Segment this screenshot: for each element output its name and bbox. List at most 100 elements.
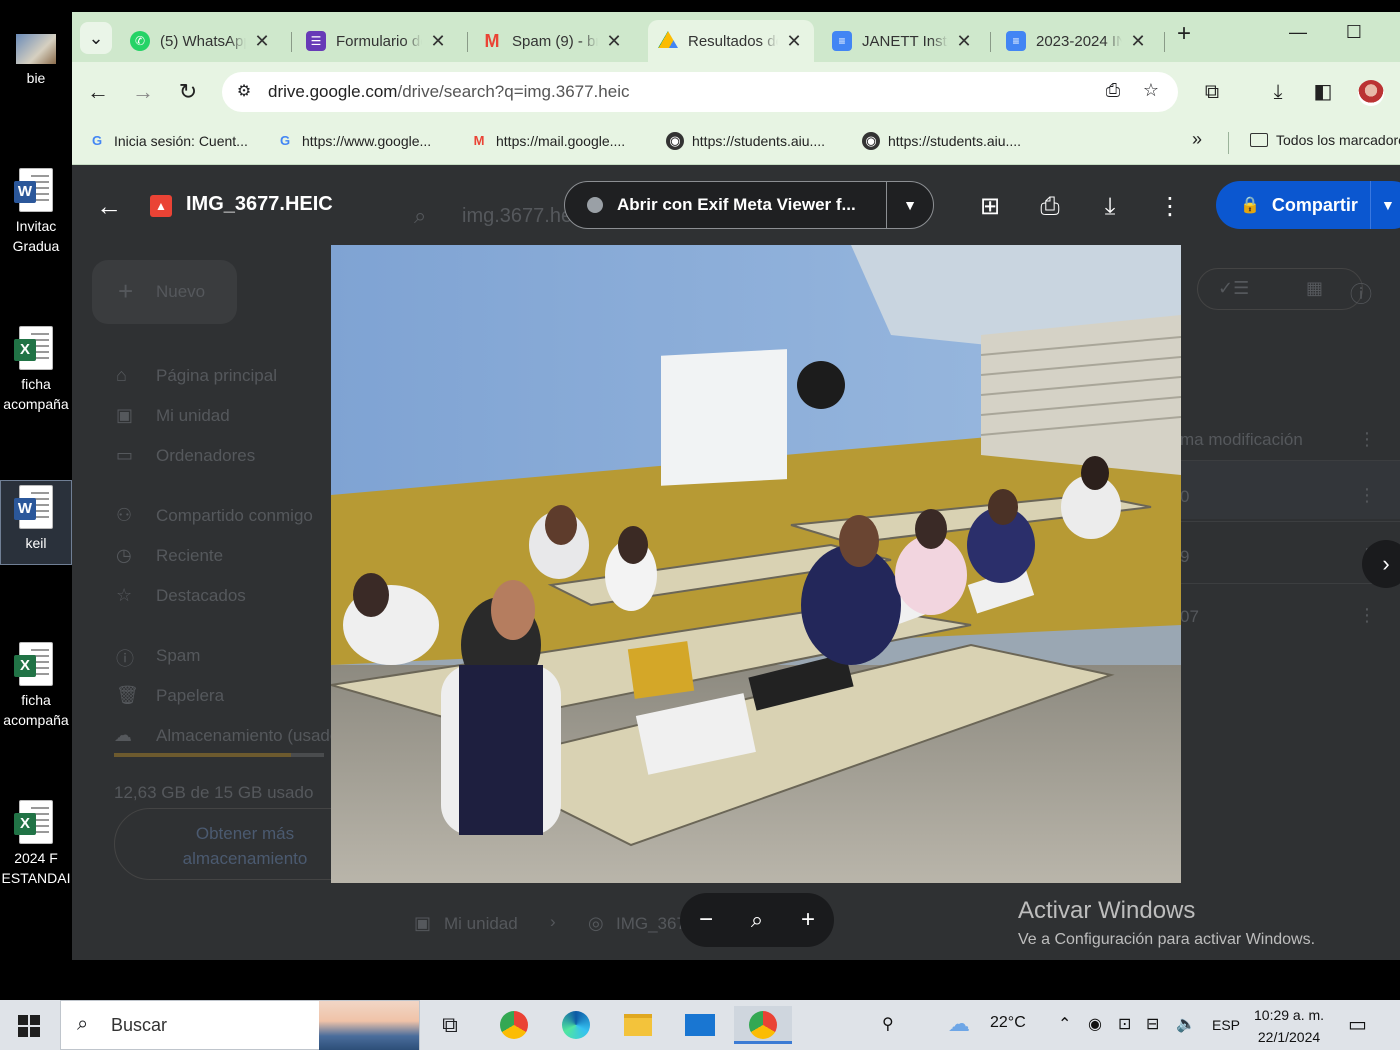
site-info-icon[interactable]: ⚙: [232, 80, 256, 104]
desktop-icon-excel-3[interactable]: X 2024 F ESTANDAI: [0, 800, 72, 900]
zoom-reset-icon[interactable]: ⌕: [751, 907, 763, 933]
spam-icon: ⓘ: [116, 649, 134, 669]
forward-button[interactable]: →: [127, 76, 159, 108]
desktop-icon-photo[interactable]: bie: [0, 34, 72, 94]
reload-button[interactable]: ↻: [172, 76, 204, 108]
avatar[interactable]: [1358, 80, 1384, 106]
tab-formulario[interactable]: ☰ Formulario de ✕: [296, 20, 458, 62]
bookmark-item[interactable]: ◉ https://students.aiu....: [862, 132, 1021, 150]
desktop-icon-excel-1[interactable]: X ficha acompaña: [0, 326, 72, 426]
more-vert-icon: ⋮: [1358, 485, 1376, 505]
tab-title: Resultados de: [688, 32, 778, 50]
network-icon[interactable]: ⊟: [1146, 1014, 1159, 1034]
show-hidden-icons[interactable]: ⌃: [1058, 1014, 1071, 1034]
zoom-out-button[interactable]: −: [699, 906, 713, 934]
close-icon[interactable]: ✕: [252, 31, 272, 52]
folder-icon: [1250, 133, 1268, 147]
tab-janett[interactable]: ≡ JANETT Instru ✕: [822, 20, 984, 62]
bookmarks-overflow-button[interactable]: »: [1192, 129, 1202, 150]
language-indicator[interactable]: ESP: [1212, 1017, 1240, 1033]
add-comment-button[interactable]: ⊞: [972, 189, 1008, 225]
maximize-button[interactable]: ☐: [1334, 22, 1374, 43]
bookmark-item[interactable]: ◉ https://students.aiu....: [666, 132, 825, 150]
address-bar[interactable]: ⚙ drive.google.com/drive/search?q=img.36…: [222, 72, 1178, 112]
desktop-icon-excel-2[interactable]: X ficha acompaña: [0, 642, 72, 742]
star-icon[interactable]: ☆: [1138, 80, 1164, 101]
volume-icon[interactable]: 🔈: [1176, 1014, 1196, 1034]
tab-whatsapp[interactable]: ✆ (5) WhatsApp ✕: [120, 20, 282, 62]
more-actions-button[interactable]: ⋮: [1152, 189, 1188, 225]
tab-spam[interactable]: M Spam (9) - bri ✕: [472, 20, 634, 62]
desktop-icon-label: ficha acompaña: [3, 376, 69, 412]
forms-icon: ☰: [306, 31, 326, 51]
close-icon[interactable]: ✕: [428, 31, 448, 52]
drive-folder-icon: ▣: [116, 405, 134, 425]
back-button[interactable]: ←: [82, 76, 114, 108]
minimize-button[interactable]: —: [1278, 22, 1318, 43]
close-icon[interactable]: ✕: [784, 31, 804, 52]
task-view-button[interactable]: ⧉: [430, 1006, 470, 1044]
info-icon: ⓘ: [1350, 282, 1373, 307]
tab-search-button[interactable]: ⌄: [80, 22, 112, 54]
open-with-dropdown[interactable]: ▼: [887, 197, 933, 213]
tab-2023-2024[interactable]: ≡ 2023-2024 INI ✕: [996, 20, 1158, 62]
weather-icon[interactable]: ☁: [948, 1011, 970, 1037]
zoom-in-button[interactable]: +: [801, 906, 815, 934]
zoom-controls: − ⌕ +: [680, 893, 834, 947]
tab-strip: ⌄ ✆ (5) WhatsApp ✕ ☰ Formulario de ✕ M S…: [72, 12, 1400, 62]
install-app-icon[interactable]: ⎙: [1100, 80, 1126, 101]
desktop-icon-word-1[interactable]: W Invitac Gradua: [0, 168, 72, 268]
close-icon[interactable]: ✕: [1128, 31, 1148, 52]
open-with-button[interactable]: Abrir con Exif Meta Viewer f... ▼: [564, 181, 934, 229]
taskbar-edge[interactable]: [556, 1006, 596, 1044]
preview-image: [331, 245, 1181, 883]
new-tab-button[interactable]: +: [1164, 20, 1204, 48]
bookmark-item[interactable]: G Inicia sesión: Cuent...: [88, 132, 248, 150]
people-icon[interactable]: ⚲: [882, 1014, 894, 1034]
notifications-icon[interactable]: ▭: [1348, 1012, 1367, 1037]
side-panel-icon[interactable]: ◧: [1307, 76, 1339, 108]
docs-icon: ≡: [1006, 31, 1026, 51]
reload-icon: ↻: [178, 79, 198, 104]
print-icon: ⎙: [1040, 193, 1060, 220]
column-header: ma modificación: [1180, 430, 1303, 449]
print-button[interactable]: ⎙: [1032, 189, 1068, 225]
close-icon[interactable]: ✕: [954, 31, 974, 52]
globe-icon: ◉: [862, 132, 880, 150]
taskbar-chrome[interactable]: [494, 1006, 534, 1044]
taskbar-mail[interactable]: [680, 1006, 720, 1044]
start-button[interactable]: [18, 1015, 40, 1037]
share-button[interactable]: 🔒 Compartir ▼: [1216, 181, 1400, 229]
viewer-back-button[interactable]: ←: [96, 191, 122, 222]
extensions-icon[interactable]: ⧉: [1196, 76, 1228, 108]
tab-title: Spam (9) - bri: [512, 32, 598, 50]
bookmark-item[interactable]: Mhttps://mail.google....: [470, 132, 626, 150]
more-vert-icon: ⋮: [1158, 193, 1182, 220]
search-highlight-image: [319, 1001, 419, 1050]
taskbar-search[interactable]: ⌕ Buscar: [60, 1000, 420, 1050]
download-icon[interactable]: ⤓: [1262, 76, 1294, 108]
edge-icon: [562, 1011, 590, 1039]
download-button[interactable]: ⤓: [1092, 189, 1128, 225]
tab-title: 2023-2024 INI: [1036, 32, 1122, 50]
close-icon[interactable]: ✕: [604, 31, 624, 52]
cloud-icon: ☁: [114, 725, 132, 745]
bookmark-item[interactable]: Ghttps://www.google...: [276, 132, 431, 150]
clock[interactable]: 10:29 a. m. 22/1/2024: [1254, 1004, 1324, 1048]
tab-resultados[interactable]: Resultados de ✕: [648, 20, 814, 62]
download-icon: ⤓: [1104, 193, 1116, 220]
desktop-icon-word-2[interactable]: W keil: [0, 480, 72, 565]
windows-activation-watermark: Activar Windows Ve a Configuración para …: [1018, 897, 1316, 948]
browser-toolbar: ← → ↻ ⚙ drive.google.com/drive/search?q=…: [72, 62, 1400, 120]
taskbar-explorer[interactable]: [618, 1006, 658, 1044]
people-icon: ⚇: [116, 505, 133, 525]
meet-icon[interactable]: ⊡: [1118, 1014, 1131, 1034]
taskbar-chrome-profile[interactable]: [734, 1006, 792, 1044]
record-icon[interactable]: ◉: [1088, 1014, 1102, 1034]
share-dropdown[interactable]: ▼: [1381, 197, 1395, 213]
desktop-icon-label: Invitac Gradua: [12, 218, 60, 254]
weather-temp[interactable]: 22°C: [990, 1014, 1026, 1032]
chevron-down-icon: ⌄: [88, 28, 104, 48]
minimize-icon: —: [1289, 22, 1307, 42]
all-bookmarks-button[interactable]: Todos los marcadores: [1250, 132, 1400, 148]
